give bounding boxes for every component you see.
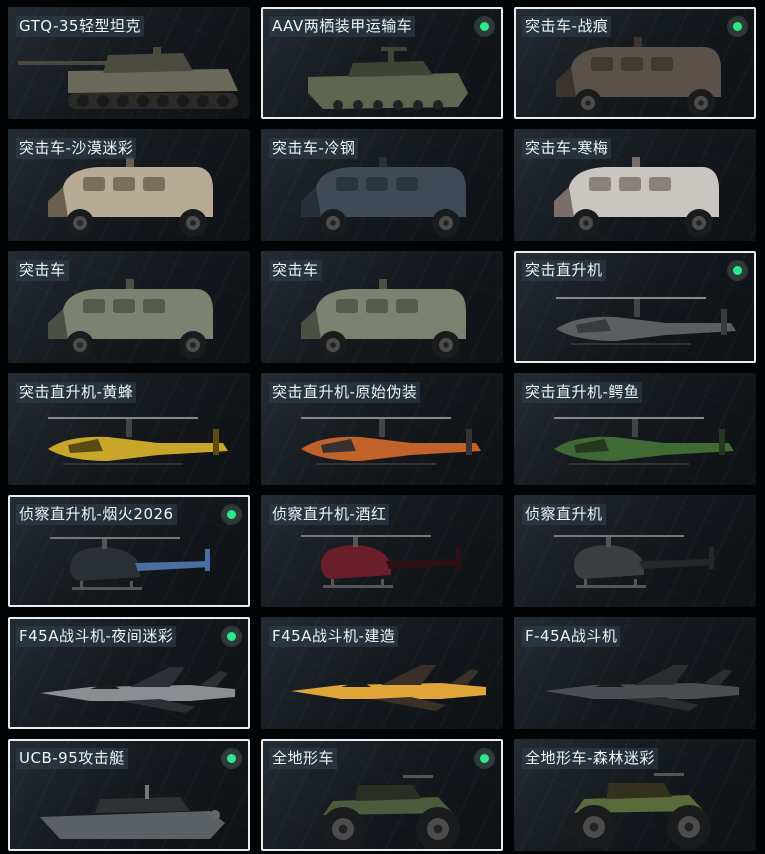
atv-vehicle-image [321, 775, 460, 849]
equipped-indicator-icon [729, 18, 746, 35]
vehicle-card[interactable]: F-45A战斗机 [514, 617, 756, 729]
equipped-indicator-icon [223, 506, 240, 523]
truck-vehicle-image [301, 157, 466, 237]
vehicle-card[interactable]: 突击车-战痕 [514, 7, 756, 119]
vehicle-card[interactable]: 侦察直升机-酒红 [261, 495, 503, 607]
aav-vehicle-image [308, 47, 468, 110]
vehicle-card[interactable]: F45A战斗机-建造 [261, 617, 503, 729]
vehicle-name: 突击车-冷钢 [269, 138, 359, 159]
scout-vehicle-image [50, 537, 210, 590]
vehicle-name: F45A战斗机-建造 [269, 626, 399, 647]
vehicle-card[interactable]: 突击车-沙漠迷彩 [8, 129, 250, 241]
vehicle-card[interactable]: UCB-95攻击艇 [8, 739, 250, 851]
vehicle-name: 突击直升机 [522, 260, 606, 281]
vehicle-name: 突击车 [269, 260, 322, 281]
vehicle-card[interactable]: 侦察直升机-烟火2026 [8, 495, 250, 607]
jet-vehicle-image [291, 665, 486, 711]
vehicle-name: AAV两栖装甲运输车 [269, 16, 416, 37]
vehicle-card[interactable]: 突击车 [8, 251, 250, 363]
equipped-indicator-icon [476, 18, 493, 35]
equipped-indicator-icon [223, 750, 240, 767]
vehicle-name: 全地形车-森林迷彩 [522, 748, 658, 769]
vehicle-card[interactable]: 全地形车-森林迷彩 [514, 739, 756, 851]
vehicle-name: GTQ-35轻型坦克 [16, 16, 144, 37]
apache-vehicle-image [301, 417, 481, 465]
vehicle-skin-grid: GTQ-35轻型坦克 AAV两栖装甲运输车 突击车-战痕 突击车-沙漠迷彩 突击… [0, 0, 765, 854]
atv-vehicle-image [572, 773, 711, 849]
apache-vehicle-image [48, 417, 228, 465]
vehicle-name: 侦察直升机-酒红 [269, 504, 390, 525]
vehicle-card[interactable]: 突击直升机-原始伪装 [261, 373, 503, 485]
jet-vehicle-image [40, 667, 235, 713]
boat-vehicle-image [40, 785, 225, 839]
vehicle-card[interactable]: F45A战斗机-夜间迷彩 [8, 617, 250, 729]
scout-vehicle-image [301, 535, 461, 588]
truck-vehicle-image [301, 279, 466, 359]
vehicle-card[interactable]: 突击车-寒梅 [514, 129, 756, 241]
truck-vehicle-image [556, 37, 721, 117]
vehicle-name: F45A战斗机-夜间迷彩 [16, 626, 177, 647]
truck-vehicle-image [554, 157, 719, 237]
equipped-indicator-icon [729, 262, 746, 279]
scout-vehicle-image [554, 535, 714, 588]
vehicle-name: 突击直升机-原始伪装 [269, 382, 421, 403]
vehicle-card[interactable]: 突击直升机-黄蜂 [8, 373, 250, 485]
truck-vehicle-image [48, 279, 213, 359]
equipped-indicator-icon [223, 628, 240, 645]
vehicle-name: 侦察直升机-烟火2026 [16, 504, 177, 525]
vehicle-card[interactable]: 突击直升机-鳄鱼 [514, 373, 756, 485]
vehicle-card[interactable]: 突击车-冷钢 [261, 129, 503, 241]
equipped-indicator-icon [476, 750, 493, 767]
apache-vehicle-image [554, 417, 734, 465]
vehicle-name: 突击车-寒梅 [522, 138, 612, 159]
vehicle-name: 突击直升机-鳄鱼 [522, 382, 643, 403]
vehicle-name: F-45A战斗机 [522, 626, 621, 647]
vehicle-name: 全地形车 [269, 748, 338, 769]
vehicle-card[interactable]: 突击直升机 [514, 251, 756, 363]
vehicle-card[interactable]: 全地形车 [261, 739, 503, 851]
vehicle-card[interactable]: AAV两栖装甲运输车 [261, 7, 503, 119]
vehicle-name: 突击直升机-黄蜂 [16, 382, 137, 403]
tank-vehicle-image [18, 47, 238, 109]
vehicle-name: 突击车 [16, 260, 69, 281]
truck-vehicle-image [48, 157, 213, 237]
vehicle-card[interactable]: 突击车 [261, 251, 503, 363]
jet-vehicle-image [544, 665, 739, 711]
vehicle-name: UCB-95攻击艇 [16, 748, 128, 769]
vehicle-name: 突击车-沙漠迷彩 [16, 138, 137, 159]
vehicle-name: 突击车-战痕 [522, 16, 612, 37]
vehicle-card[interactable]: GTQ-35轻型坦克 [8, 7, 250, 119]
vehicle-card[interactable]: 侦察直升机 [514, 495, 756, 607]
vehicle-name: 侦察直升机 [522, 504, 606, 525]
apache-vehicle-image [556, 297, 736, 345]
